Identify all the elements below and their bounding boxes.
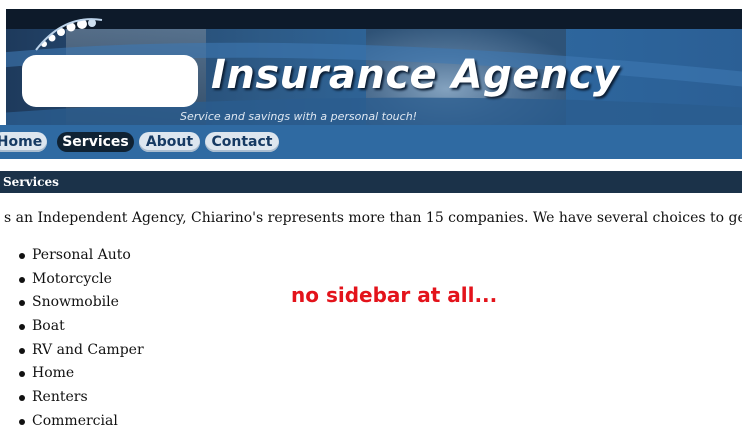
list-item: Motorcycle — [0, 269, 144, 293]
list-item: Home — [0, 363, 144, 387]
bullet-icon — [19, 371, 25, 378]
nav-about-button[interactable]: About — [139, 132, 200, 152]
main-nav: Home Services About Contact — [0, 125, 742, 159]
list-item: Personal Auto — [0, 245, 144, 269]
logo-icon — [35, 18, 103, 51]
annotation-text: no sidebar at all... — [291, 283, 498, 307]
nav-home-button[interactable]: Home — [0, 132, 47, 152]
site-tagline: Service and savings with a personal touc… — [180, 110, 418, 123]
bullet-icon — [19, 347, 25, 354]
bullet-icon — [19, 276, 25, 283]
site-title: Insurance Agency — [211, 52, 620, 98]
redacted-logo-name — [22, 55, 198, 107]
intro-paragraph: s an Independent Agency, Chiarino's repr… — [4, 210, 742, 226]
bullet-icon — [19, 395, 25, 402]
bullet-icon — [19, 418, 25, 425]
list-item: Commercial — [0, 411, 144, 435]
top-strip — [0, 0, 742, 9]
list-item: RV and Camper — [0, 340, 144, 364]
nav-contact-button[interactable]: Contact — [205, 132, 279, 152]
list-item: Renters — [0, 387, 144, 411]
list-item: Snowmobile — [0, 292, 144, 316]
bullet-icon — [19, 253, 25, 259]
bullet-icon — [19, 300, 25, 307]
nav-services-button[interactable]: Services — [57, 132, 134, 152]
list-item: Boat — [0, 316, 144, 340]
section-title: Services — [3, 175, 59, 189]
section-header-bar: Services — [0, 171, 742, 193]
services-list: Personal Auto Motorcycle Snowmobile Boat… — [0, 245, 144, 435]
bullet-icon — [19, 324, 25, 331]
